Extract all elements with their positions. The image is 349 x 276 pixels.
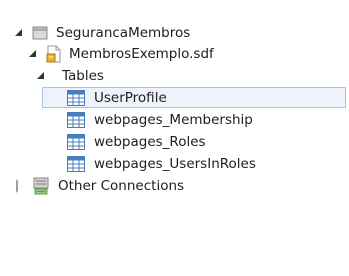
table-icon [67,133,85,150]
database-file-icon [46,45,62,63]
expand-arrow-icon[interactable] [28,49,38,59]
tree-node-table-usersinroles[interactable]: webpages_UsersInRoles [67,153,256,174]
table-icon [67,155,85,172]
expand-arrow-icon[interactable] [36,71,46,81]
table-label: webpages_Roles [94,133,206,150]
expand-arrow-icon[interactable] [14,28,24,38]
table-icon [67,111,85,128]
table-label: webpages_UsersInRoles [94,155,256,172]
table-icon [67,89,85,106]
table-label: UserProfile [94,89,167,106]
tree-node-other-connections[interactable]: Other Connections [16,175,184,196]
server-icon [32,177,50,195]
tree-node-root[interactable]: SegurancaMembros [14,22,190,43]
table-label: webpages_Membership [94,111,253,128]
tree-node-table-userprofile[interactable]: UserProfile [67,87,167,108]
tree-node-table-roles[interactable]: webpages_Roles [67,131,206,152]
tree-node-table-membership[interactable]: webpages_Membership [67,109,253,130]
tree-node-tables[interactable]: Tables [36,65,104,86]
database-explorer-tree: SegurancaMembros MembrosExemplo.sdf Tabl… [0,0,349,276]
collapse-arrow-icon[interactable] [16,178,26,193]
tree-node-database[interactable]: MembrosExemplo.sdf [28,43,214,64]
tree-node-database-label: MembrosExemplo.sdf [69,45,214,62]
tree-node-other-connections-label: Other Connections [58,177,185,194]
folder-icon [32,25,48,41]
tree-node-root-label: SegurancaMembros [56,24,191,41]
tree-node-tables-label: Tables [62,67,104,84]
